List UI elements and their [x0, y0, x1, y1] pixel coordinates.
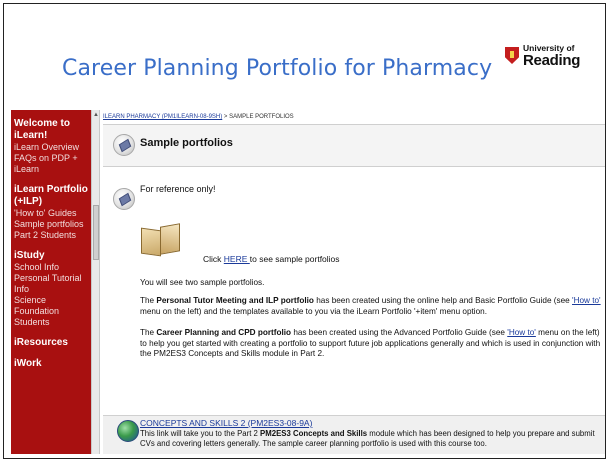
portfolio-icon: [113, 134, 135, 156]
intro-text: You will see two sample portfolios.: [140, 278, 265, 287]
breadcrumb-link[interactable]: ILEARN PHARMACY (PM1ILEARN-08-9SH): [103, 114, 222, 120]
concepts-skills-link[interactable]: CONCEPTS AND SKILLS 2 (PM2ES3-08-9A): [140, 418, 312, 428]
sidebar-item-science-foundation[interactable]: Science Foundation Students: [14, 295, 91, 328]
sidebar-item-how-to-guides[interactable]: 'How to' Guides: [14, 208, 91, 219]
book-icon: [141, 223, 181, 257]
scroll-up-icon[interactable]: ▲: [93, 111, 99, 119]
concepts-description: This link will take you to the Part 2 PM…: [140, 429, 595, 448]
breadcrumb: ILEARN PHARMACY (PM1ILEARN-08-9SH) > SAM…: [103, 114, 294, 120]
portfolio-item-icon: [113, 188, 135, 210]
here-link[interactable]: HERE: [224, 254, 250, 264]
sidebar-item-personal-tutorial[interactable]: Personal Tutorial Info: [14, 273, 91, 295]
sidebar-nav: Welcome to iLearn! iLearn Overview FAQs …: [11, 110, 91, 454]
sidebar-item-sample-portfolios[interactable]: Sample portfolios: [14, 219, 91, 230]
paragraph-personal-tutor: The Personal Tutor Meeting and ILP portf…: [140, 296, 601, 316]
sidebar-heading-iresources[interactable]: iResources: [14, 337, 91, 349]
sidebar-item-ilearn-overview[interactable]: iLearn Overview: [14, 142, 91, 153]
sidebar-heading-welcome[interactable]: Welcome to iLearn!: [14, 118, 91, 142]
sidebar-heading-iwork[interactable]: iWork: [14, 358, 91, 370]
main-content: ILEARN PHARMACY (PM1ILEARN-08-9SH) > SAM…: [103, 110, 605, 454]
sidebar-item-part2-students[interactable]: Part 2 Students: [14, 230, 91, 241]
sidebar-heading-istudy[interactable]: iStudy: [14, 250, 91, 262]
paragraph-career-planning: The Career Planning and CPD portfolio ha…: [140, 328, 601, 358]
sidebar-scrollbar[interactable]: ▲: [91, 110, 100, 454]
breadcrumb-current: SAMPLE PORTFOLIOS: [229, 114, 294, 120]
reference-note: For reference only!: [140, 184, 216, 194]
sidebar-item-faqs[interactable]: FAQs on PDP + iLearn: [14, 153, 91, 175]
click-here-line: Click HERE to see sample portfolios: [203, 254, 340, 264]
crest-icon: [505, 47, 519, 64]
sidebar-heading-portfolio[interactable]: iLearn Portfolio (+ILP): [14, 184, 91, 208]
sidebar-item-school-info[interactable]: School Info: [14, 262, 91, 273]
scrollbar-thumb[interactable]: [93, 205, 99, 260]
embedded-screenshot: Welcome to iLearn! iLearn Overview FAQs …: [11, 110, 605, 454]
university-logo: University of Reading: [505, 44, 593, 72]
logo-large-text: Reading: [523, 51, 581, 69]
how-to-link-2[interactable]: 'How to': [507, 328, 536, 337]
slide-title: Career Planning Portfolio for Pharmacy: [62, 56, 493, 81]
globe-icon: [117, 420, 139, 442]
how-to-link-1[interactable]: 'How to': [572, 296, 601, 305]
section-title: Sample portfolios: [140, 137, 233, 149]
